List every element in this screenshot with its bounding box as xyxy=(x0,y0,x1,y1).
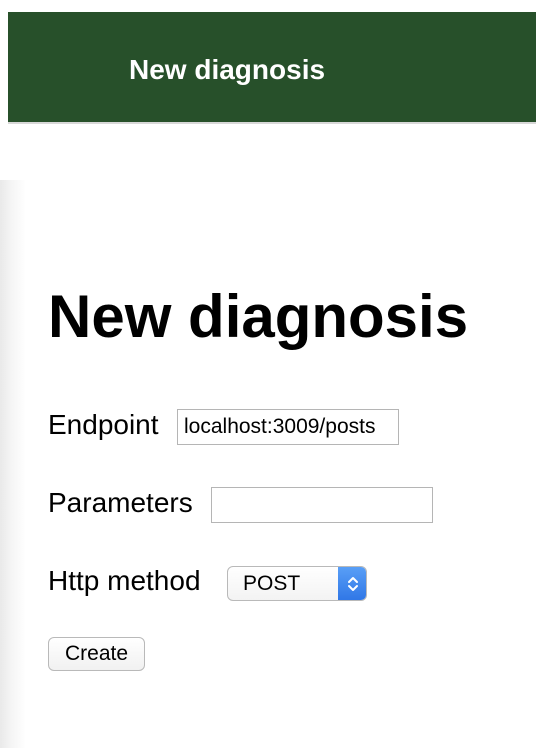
create-button[interactable]: Create xyxy=(48,637,145,671)
parameters-input[interactable] xyxy=(211,487,433,523)
endpoint-label: Endpoint xyxy=(48,409,159,440)
chevron-up-down-glyph xyxy=(347,576,358,591)
parameters-label: Parameters xyxy=(48,487,193,518)
sidebar-shadow xyxy=(0,180,26,748)
page-title: New diagnosis xyxy=(48,283,469,350)
endpoint-input[interactable] xyxy=(177,409,399,445)
top-banner: New diagnosis xyxy=(8,12,536,124)
page: New diagnosis New diagnosis Endpoint Par… xyxy=(0,0,536,748)
chevron-up-down-icon xyxy=(338,567,366,600)
http-method-select[interactable]: POST xyxy=(227,566,367,601)
banner-title: New diagnosis xyxy=(129,54,326,85)
http-method-selected-value: POST xyxy=(243,572,301,595)
http-method-label: Http method xyxy=(48,565,201,596)
